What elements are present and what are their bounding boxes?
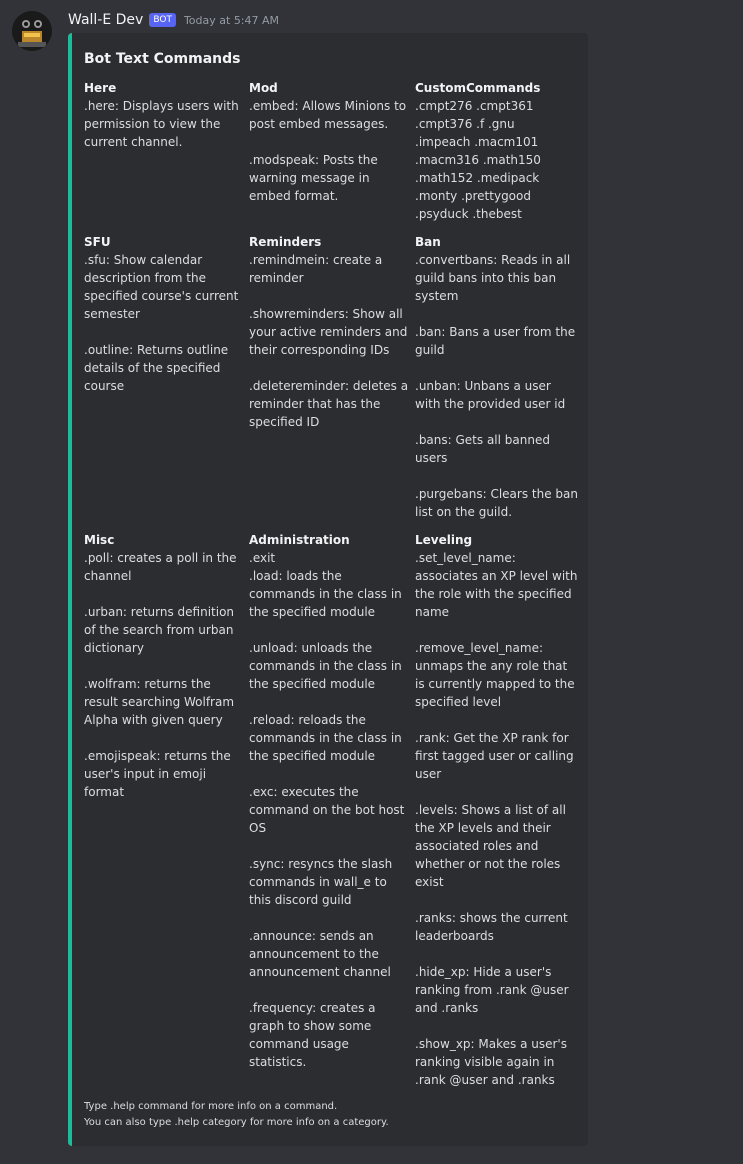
message-header: Wall-E Dev BOT Today at 5:47 AM [68, 11, 279, 29]
bot-badge: BOT [149, 13, 176, 27]
field-value: .sfu: Show calendar description from the… [84, 253, 239, 393]
bot-avatar[interactable] [12, 11, 52, 51]
field-name: Ban [415, 235, 441, 249]
field-name: Here [84, 81, 117, 95]
field-here: Here .here: Displays users with permissi… [84, 79, 244, 151]
field-customcommands: CustomCommands .cmpt276 .cmpt361 .cmpt37… [415, 79, 580, 223]
embed-footer: Type .help command for more info on a co… [84, 1099, 389, 1131]
field-name: CustomCommands [415, 81, 541, 95]
robot-icon [12, 11, 52, 51]
field-misc: Misc .poll: creates a poll in the channe… [84, 531, 244, 801]
field-ban: Ban .convertbans: Reads in all guild ban… [415, 233, 580, 521]
field-name: Leveling [415, 533, 473, 547]
field-value: .embed: Allows Minions to post embed mes… [249, 99, 407, 203]
field-value: .exit .load: loads the commands in the c… [249, 551, 405, 1069]
field-value: .set_level_name: associates an XP level … [415, 551, 578, 1087]
message-timestamp[interactable]: Today at 5:47 AM [184, 14, 279, 27]
footer-line: Type .help command for more info on a co… [84, 1101, 338, 1112]
footer-line: You can also type .help category for mor… [84, 1117, 389, 1128]
author-name[interactable]: Wall-E Dev [68, 12, 143, 28]
field-name: Mod [249, 81, 278, 95]
field-leveling: Leveling .set_level_name: associates an … [415, 531, 580, 1089]
field-sfu: SFU .sfu: Show calendar description from… [84, 233, 244, 395]
field-value: .poll: creates a poll in the channel .ur… [84, 551, 237, 799]
embed-title: Bot Text Commands [84, 51, 241, 67]
field-reminders: Reminders .remindmein: create a reminder… [249, 233, 409, 431]
field-value: .here: Displays users with permission to… [84, 99, 239, 149]
field-name: Misc [84, 533, 115, 547]
field-name: Administration [249, 533, 350, 547]
field-name: SFU [84, 235, 111, 249]
field-name: Reminders [249, 235, 322, 249]
field-administration: Administration .exit .load: loads the co… [249, 531, 409, 1071]
field-value: .cmpt276 .cmpt361 .cmpt376 .f .gnu .impe… [415, 99, 541, 221]
field-mod: Mod .embed: Allows Minions to post embed… [249, 79, 409, 205]
field-value: .convertbans: Reads in all guild bans in… [415, 253, 578, 519]
field-value: .remindmein: create a reminder .showremi… [249, 253, 409, 429]
embed-card: Bot Text Commands Here .here: Displays u… [68, 33, 588, 1146]
